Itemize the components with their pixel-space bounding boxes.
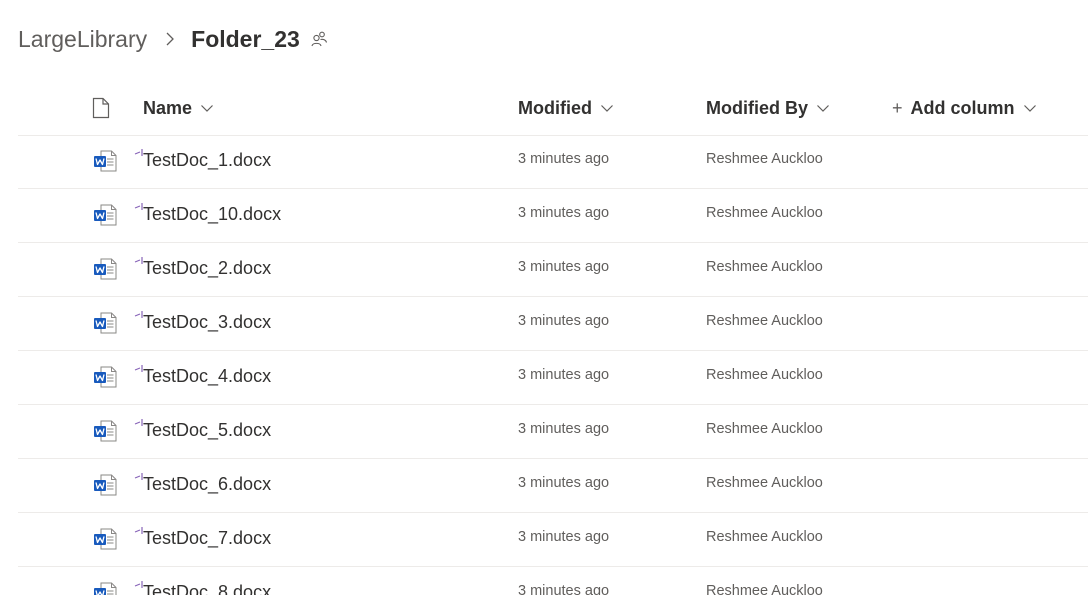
modified-by-value: Reshmee Auckloo xyxy=(706,583,823,595)
chevron-down-icon xyxy=(817,105,829,112)
word-doc-icon[interactable] xyxy=(93,582,117,595)
modified-value: 3 minutes ago xyxy=(518,529,610,545)
column-header-modified-by-label: Modified By xyxy=(706,97,808,118)
modified-value: 3 minutes ago xyxy=(518,313,610,329)
modified-by-value: Reshmee Auckloo xyxy=(706,421,823,437)
modified-value: 3 minutes ago xyxy=(518,259,610,275)
shared-people-icon[interactable] xyxy=(310,30,328,48)
modified-value: 3 minutes ago xyxy=(518,421,610,437)
file-name-link[interactable]: TestDoc_2.docx xyxy=(143,258,271,279)
file-list: TestDoc_1.docx 3 minutes ago Reshmee Auc… xyxy=(18,135,1088,595)
file-name-link[interactable]: TestDoc_7.docx xyxy=(143,528,271,549)
breadcrumb-library-link[interactable]: LargeLibrary xyxy=(18,26,147,53)
table-row[interactable]: TestDoc_10.docx 3 minutes ago Reshmee Au… xyxy=(18,189,1088,243)
file-name-link[interactable]: TestDoc_5.docx xyxy=(143,420,271,441)
column-header-modified-label: Modified xyxy=(518,97,592,118)
add-column-label: Add column xyxy=(910,97,1015,118)
word-doc-icon[interactable] xyxy=(93,366,117,388)
modified-by-value: Reshmee Auckloo xyxy=(706,529,823,545)
file-name-link[interactable]: TestDoc_4.docx xyxy=(143,366,271,387)
word-doc-icon[interactable] xyxy=(93,474,117,496)
modified-by-value: Reshmee Auckloo xyxy=(706,367,823,383)
table-row[interactable]: TestDoc_5.docx 3 minutes ago Reshmee Auc… xyxy=(18,405,1088,459)
table-row[interactable]: TestDoc_4.docx 3 minutes ago Reshmee Auc… xyxy=(18,351,1088,405)
list-header-row: Name Modified Modified By + Add column xyxy=(18,82,1088,136)
modified-by-value: Reshmee Auckloo xyxy=(706,313,823,329)
table-row[interactable]: TestDoc_8.docx 3 minutes ago Reshmee Auc… xyxy=(18,567,1088,595)
column-header-modified[interactable]: Modified xyxy=(518,96,614,120)
word-doc-icon[interactable] xyxy=(93,528,117,550)
file-name-link[interactable]: TestDoc_10.docx xyxy=(143,204,281,225)
modified-by-value: Reshmee Auckloo xyxy=(706,475,823,491)
file-type-icon[interactable] xyxy=(91,97,111,119)
word-doc-icon[interactable] xyxy=(93,258,117,280)
document-library-view: LargeLibrary Folder_23 Name Modified Mod… xyxy=(0,0,1088,595)
file-name-link[interactable]: TestDoc_3.docx xyxy=(143,312,271,333)
column-header-modified-by[interactable]: Modified By xyxy=(706,96,830,120)
chevron-right-icon xyxy=(161,30,179,48)
modified-by-value: Reshmee Auckloo xyxy=(706,205,823,221)
file-name-link[interactable]: TestDoc_8.docx xyxy=(143,582,271,595)
word-doc-icon[interactable] xyxy=(93,420,117,442)
breadcrumb: LargeLibrary Folder_23 xyxy=(18,22,328,56)
column-header-name[interactable]: Name xyxy=(143,96,214,120)
word-doc-icon[interactable] xyxy=(93,150,117,172)
word-doc-icon[interactable] xyxy=(93,204,117,226)
breadcrumb-current-folder: Folder_23 xyxy=(191,25,300,52)
chevron-down-icon xyxy=(601,105,613,112)
table-row[interactable]: TestDoc_7.docx 3 minutes ago Reshmee Auc… xyxy=(18,513,1088,567)
column-header-name-label: Name xyxy=(143,97,193,118)
add-column-button[interactable]: + Add column xyxy=(892,96,1037,120)
plus-icon: + xyxy=(892,97,903,118)
word-doc-icon[interactable] xyxy=(93,312,117,334)
modified-by-value: Reshmee Auckloo xyxy=(706,259,823,275)
chevron-down-icon xyxy=(201,105,213,112)
chevron-down-icon xyxy=(1023,105,1036,112)
table-row[interactable]: TestDoc_2.docx 3 minutes ago Reshmee Auc… xyxy=(18,243,1088,297)
table-row[interactable]: TestDoc_1.docx 3 minutes ago Reshmee Auc… xyxy=(18,135,1088,189)
file-name-link[interactable]: TestDoc_1.docx xyxy=(143,150,271,171)
modified-value: 3 minutes ago xyxy=(518,367,610,383)
modified-value: 3 minutes ago xyxy=(518,151,610,167)
table-row[interactable]: TestDoc_3.docx 3 minutes ago Reshmee Auc… xyxy=(18,297,1088,351)
modified-value: 3 minutes ago xyxy=(518,583,610,595)
modified-value: 3 minutes ago xyxy=(518,475,610,491)
table-row[interactable]: TestDoc_6.docx 3 minutes ago Reshmee Auc… xyxy=(18,459,1088,513)
file-name-link[interactable]: TestDoc_6.docx xyxy=(143,474,271,495)
modified-by-value: Reshmee Auckloo xyxy=(706,151,823,167)
modified-value: 3 minutes ago xyxy=(518,205,610,221)
